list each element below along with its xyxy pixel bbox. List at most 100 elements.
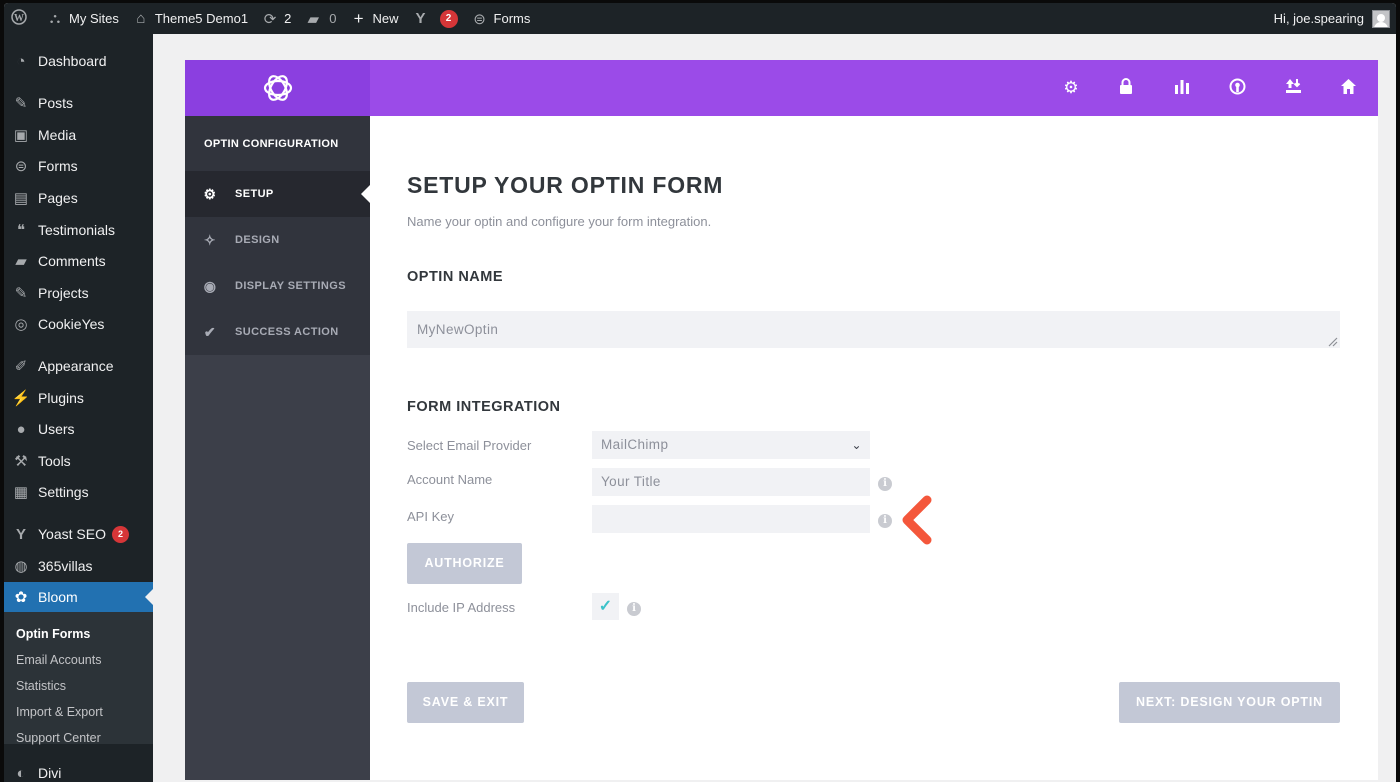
gear-icon[interactable]: ⚙ [1061, 78, 1081, 98]
optin-name-input[interactable] [407, 311, 1340, 348]
bloom-logo-icon [263, 75, 292, 101]
submenu-statistics[interactable]: Statistics [16, 679, 66, 693]
home-icon[interactable] [1338, 78, 1358, 98]
include-ip-checkbox[interactable]: ✓ [592, 593, 619, 620]
browser-frame: W ⛬ My Sites ⌂ Theme5 Demo1 ⟳ 2 ▰ 0 + Ne… [4, 3, 1396, 782]
sidebar-item-bloom[interactable]: ✿ Bloom [4, 582, 153, 612]
sidebar-item-divi[interactable]: ◐ Divi [4, 758, 153, 782]
sidebar-item-label: Appearance [38, 358, 114, 374]
sidebar-item-posts[interactable]: ✎ Posts [4, 88, 153, 118]
my-sites-menu[interactable]: ⛬ My Sites [40, 3, 126, 34]
import-export-icon[interactable] [1283, 78, 1303, 98]
sidebar-item-label: Forms [38, 158, 78, 174]
sidebar-item-label: 365villas [38, 558, 93, 574]
my-sites-label: My Sites [69, 11, 119, 26]
info-icon[interactable]: i [878, 514, 892, 528]
site-name-menu[interactable]: ⌂ Theme5 Demo1 [126, 3, 255, 34]
cookie-icon: ◎ [14, 316, 28, 333]
sidebar-item-testimonials[interactable]: ❝ Testimonials [4, 215, 153, 245]
next-design-button[interactable]: NEXT: DESIGN YOUR OPTIN [1119, 682, 1340, 723]
yoast-badge: 2 [111, 525, 129, 543]
submenu-optin-forms[interactable]: Optin Forms [16, 627, 90, 641]
account-name-input[interactable]: Your Title [592, 468, 870, 496]
brush-icon: ✐ [14, 358, 28, 375]
pin-icon: ✎ [14, 285, 28, 302]
resize-grip-icon[interactable] [1328, 337, 1338, 347]
new-content-menu[interactable]: + New [344, 3, 406, 34]
sidebar-item-label: Dashboard [38, 53, 107, 69]
updates-link[interactable]: ⟳ 2 [255, 3, 298, 34]
page-subtitle: Name your optin and configure your form … [407, 214, 712, 229]
svg-text:W: W [14, 13, 24, 24]
forms-menu[interactable]: ⊜ Forms [465, 3, 538, 34]
sidebar-item-dashboard[interactable]: ◔ Dashboard [4, 46, 153, 76]
wordpress-logo-button[interactable]: W [4, 3, 40, 34]
gear-icon: ⚙ [203, 185, 217, 202]
submenu-email-accounts[interactable]: Email Accounts [16, 653, 101, 667]
authorize-button[interactable]: AUTHORIZE [407, 543, 522, 584]
forms-label: Forms [493, 11, 531, 26]
stats-icon[interactable] [1172, 78, 1192, 98]
greeting-label: Hi, joe.spearing [1273, 11, 1364, 26]
sidebar-item-label: Divi [38, 765, 62, 781]
setup-content: SETUP YOUR OPTIN FORM Name your optin an… [370, 116, 1378, 780]
admin-sidebar: ◔ Dashboard ✎ Posts ▣ Media ⊜ Forms ▤ Pages ❝… [4, 34, 153, 782]
new-label: New [372, 11, 399, 26]
api-key-input[interactable] [592, 505, 870, 533]
globe-icon: ◍ [14, 558, 28, 575]
yoast-badge: 2 [439, 9, 458, 28]
sidebar-item-label: Settings [38, 484, 89, 500]
eye-icon: ◉ [203, 277, 217, 294]
tab-setup[interactable]: ⚙ SETUP [185, 171, 370, 217]
avatar [1372, 9, 1390, 28]
checkmark-icon: ✔ [203, 323, 217, 340]
yoast-menu[interactable]: Y 2 [406, 3, 465, 34]
sidebar-item-tools[interactable]: ⚒ Tools [4, 446, 153, 476]
sidebar-item-media[interactable]: ▣ Media [4, 120, 153, 150]
sites-icon: ⛬ [49, 10, 61, 27]
user-icon: ● [16, 420, 26, 438]
email-provider-label: Select Email Provider [407, 438, 532, 453]
sidebar-item-appearance[interactable]: ✐ Appearance [4, 351, 153, 381]
account-menu[interactable]: Hi, joe.spearing [1273, 9, 1396, 28]
magic-wand-icon: ✧ [203, 231, 217, 248]
accounts-icon[interactable] [1227, 78, 1247, 98]
sidebar-item-label: Comments [38, 253, 106, 269]
tab-design[interactable]: ✧ DESIGN [185, 217, 370, 263]
tab-label: DISPLAY SETTINGS [235, 280, 346, 292]
tab-display-settings[interactable]: ◉ DISPLAY SETTINGS [185, 263, 370, 309]
email-provider-select[interactable]: MailChimp ⌄ [592, 431, 870, 459]
bloom-header: ⚙ [185, 60, 1378, 116]
sidebar-item-label: Plugins [38, 390, 84, 406]
submenu-support-center[interactable]: Support Center [16, 731, 101, 745]
save-exit-button[interactable]: SAVE & EXIT [407, 682, 524, 723]
sidebar-item-comments[interactable]: ▰ Comments [4, 246, 153, 276]
chevron-down-icon: ⌄ [851, 438, 862, 452]
comment-icon: ▰ [307, 10, 320, 28]
lock-icon[interactable] [1116, 78, 1136, 98]
sidebar-item-forms[interactable]: ⊜ Forms [4, 151, 153, 181]
plus-icon: + [353, 8, 364, 28]
sidebar-item-projects[interactable]: ✎ Projects [4, 278, 153, 308]
sidebar-item-365villas[interactable]: ◍ 365villas [4, 551, 153, 581]
sidebar-item-label: Bloom [38, 589, 78, 605]
bloom-icon: ✿ [14, 589, 28, 606]
info-icon[interactable]: i [627, 602, 641, 616]
tab-label: SUCCESS ACTION [235, 326, 339, 338]
sidebar-item-plugins[interactable]: ⚡ Plugins [4, 383, 153, 413]
include-ip-label: Include IP Address [407, 600, 516, 615]
sidebar-item-label: Yoast SEO [38, 526, 106, 542]
submenu-import-export[interactable]: Import & Export [16, 705, 103, 719]
comments-link[interactable]: ▰ 0 [298, 3, 343, 34]
tab-success-action[interactable]: ✔ SUCCESS ACTION [185, 309, 370, 355]
sidebar-item-settings[interactable]: ▦ Settings [4, 477, 153, 507]
divi-icon: ◐ [16, 764, 26, 782]
sidebar-item-users[interactable]: ● Users [4, 414, 153, 444]
sidebar-item-label: Media [38, 127, 77, 143]
sidebar-item-pages[interactable]: ▤ Pages [4, 183, 153, 213]
info-icon[interactable]: i [878, 477, 892, 491]
comment-icon: ▰ [15, 253, 27, 270]
sidebar-item-yoast-seo[interactable]: Y Yoast SEO 2 [4, 519, 153, 549]
sidebar-item-label: Testimonials [38, 222, 116, 238]
sidebar-item-cookieyes[interactable]: ◎ CookieYes [4, 309, 153, 339]
